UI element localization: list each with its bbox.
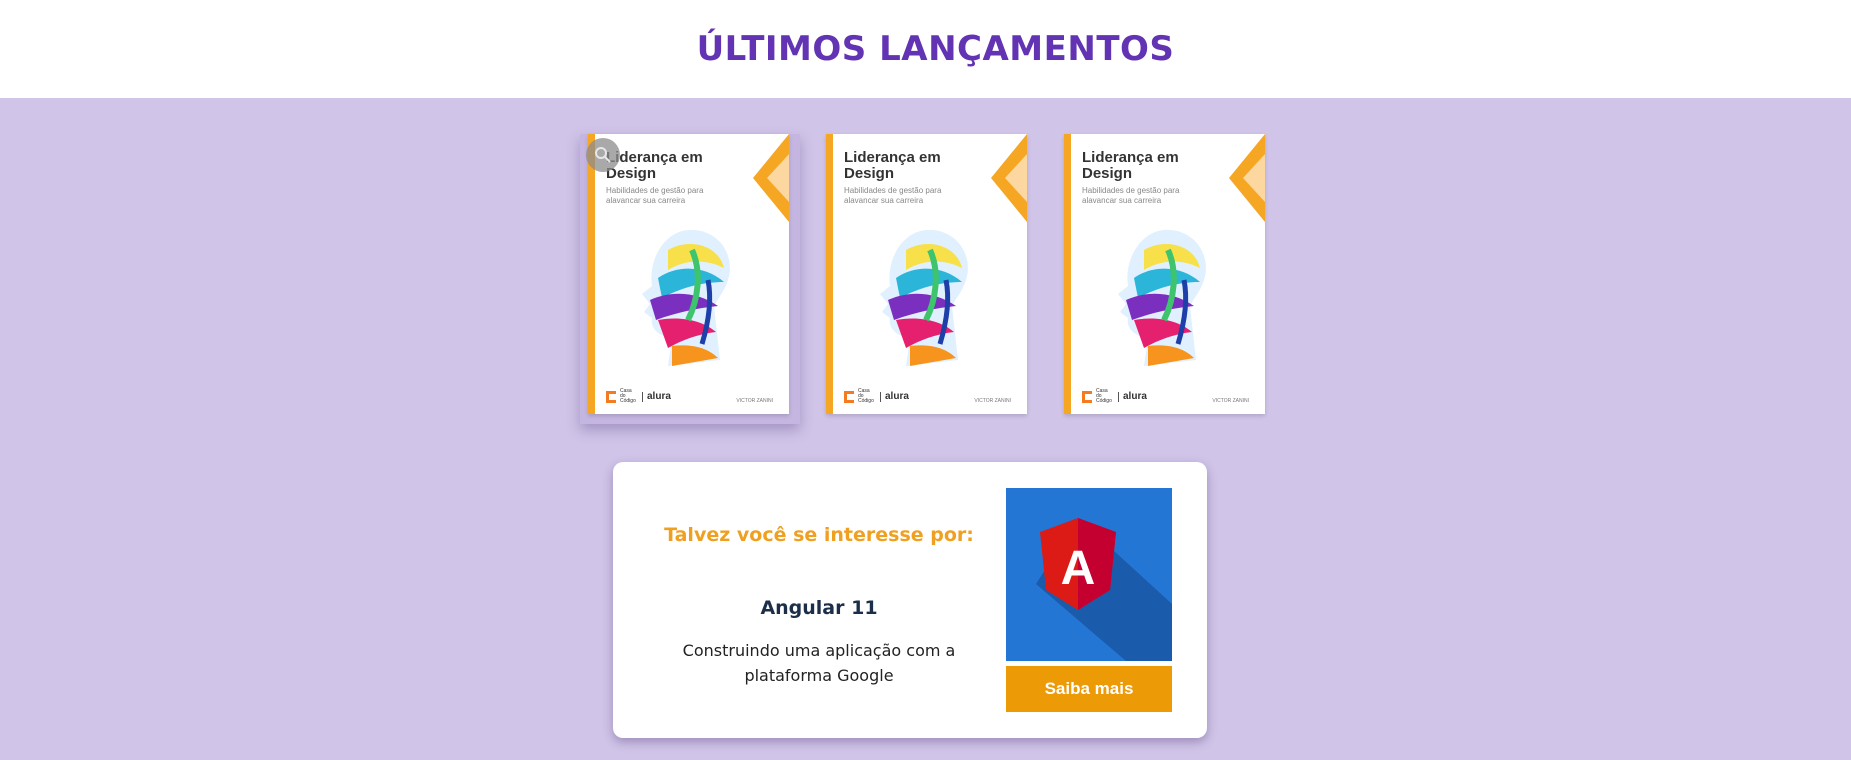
saiba-mais-button[interactable]: Saiba mais [1006, 666, 1172, 712]
main-content: Liderança em Design Habilidades de gestã… [0, 98, 1851, 760]
head-illustration [642, 229, 730, 366]
book-title: Liderança em Design [606, 149, 703, 182]
casa-do-codigo-logo-icon [1082, 390, 1092, 403]
course-description: Construindo uma aplicação com a platafor… [682, 641, 956, 685]
suggestion-lead: Talvez você se interesse por: [664, 524, 974, 546]
logo-divider [642, 391, 643, 402]
cover-spine [588, 134, 595, 414]
book-cover[interactable]: Liderança em Design Habilidades de gestã… [1064, 134, 1265, 414]
search-icon[interactable] [586, 138, 620, 172]
book-author: VICTOR ZANINI [736, 398, 773, 404]
publisher-name: Casa do Código [858, 388, 874, 404]
book-title: Liderança em Design [1082, 149, 1179, 182]
cover-corner-decoration [753, 134, 789, 222]
book-cover[interactable]: Liderança em Design Habilidades de gestã… [588, 134, 789, 414]
book-author: VICTOR ZANINI [974, 398, 1011, 404]
logo-divider [880, 391, 881, 402]
partner-name: alura [647, 391, 671, 402]
casa-do-codigo-logo-icon [606, 390, 616, 403]
publisher-name: Casa do Código [620, 388, 636, 404]
suggestion-text: Talvez você se interesse por: Angular 11… [653, 462, 985, 738]
book-subtitle: Habilidades de gestão para alavancar sua… [606, 186, 704, 205]
partner-name: alura [885, 391, 909, 402]
book-title: Liderança em Design [844, 149, 941, 182]
cover-corner-decoration [991, 134, 1027, 222]
course-thumbnail[interactable]: A [1006, 488, 1172, 661]
cover-spine [826, 134, 833, 414]
page-header: ÚLTIMOS LANÇAMENTOS [0, 0, 1851, 98]
course-title: Angular 11 [760, 597, 878, 619]
book-cover[interactable]: Liderança em Design Habilidades de gestã… [826, 134, 1027, 414]
publisher-logos: Casa do Código alura [1082, 389, 1147, 404]
book-card[interactable]: Liderança em Design Habilidades de gestã… [1056, 134, 1276, 424]
book-card[interactable]: Liderança em Design Habilidades de gestã… [580, 134, 800, 424]
book-subtitle: Habilidades de gestão para alavancar sua… [1082, 186, 1180, 205]
angular-logo-icon: A [1036, 518, 1172, 661]
partner-name: alura [1123, 391, 1147, 402]
publisher-logos: Casa do Código alura [606, 389, 671, 404]
casa-do-codigo-logo-icon [844, 390, 854, 403]
publisher-logos: Casa do Código alura [844, 389, 909, 404]
course-suggestion-card: Talvez você se interesse por: Angular 11… [613, 462, 1207, 738]
head-illustration [880, 229, 968, 366]
book-subtitle: Habilidades de gestão para alavancar sua… [844, 186, 942, 205]
publisher-name: Casa do Código [1096, 388, 1112, 404]
logo-divider [1118, 391, 1119, 402]
book-author: VICTOR ZANINI [1212, 398, 1249, 404]
book-card[interactable]: Liderança em Design Habilidades de gestã… [818, 134, 1038, 424]
head-illustration [1118, 229, 1206, 366]
cover-spine [1064, 134, 1071, 414]
page-title: ÚLTIMOS LANÇAMENTOS [696, 29, 1175, 69]
book-list: Liderança em Design Habilidades de gestã… [580, 134, 1276, 424]
svg-text:A: A [1061, 542, 1096, 595]
cover-corner-decoration [1229, 134, 1265, 222]
